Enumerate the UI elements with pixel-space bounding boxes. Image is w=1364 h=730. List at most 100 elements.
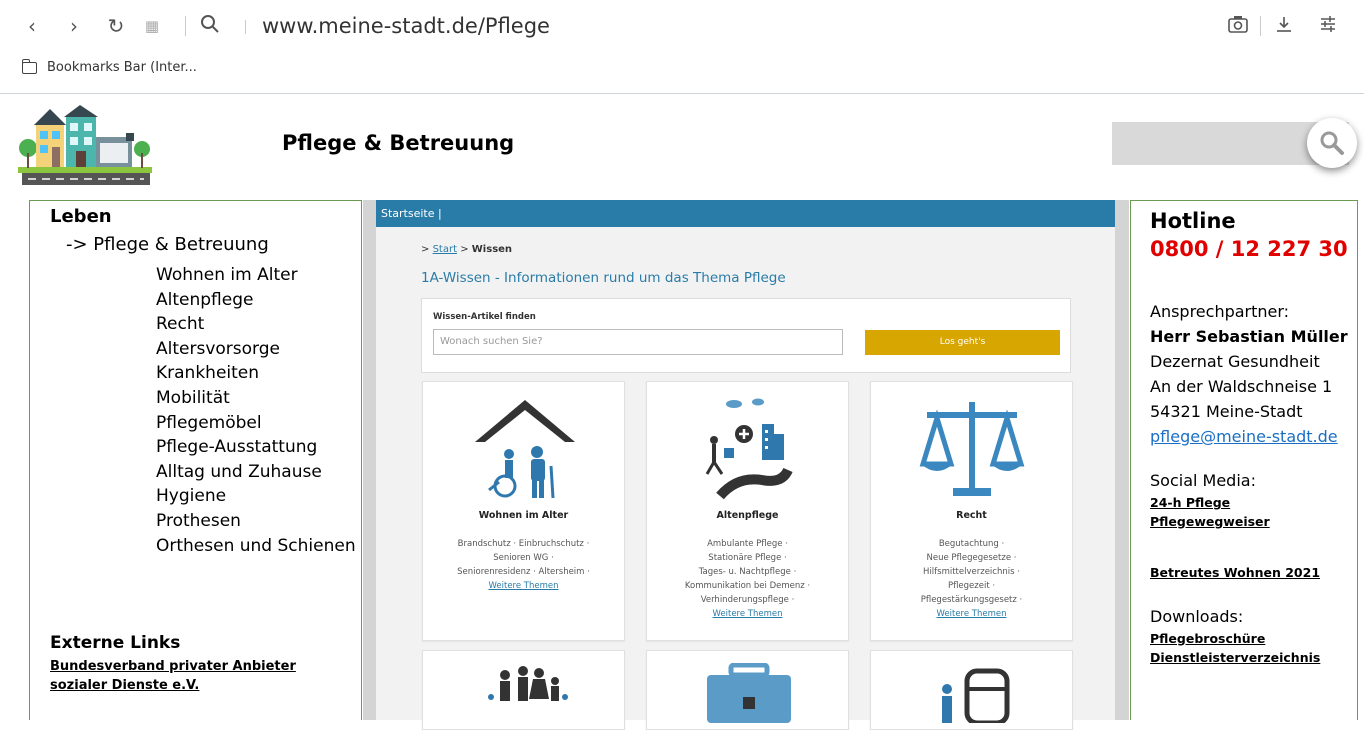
address-bar[interactable]: www.meine-stadt.de/Pflege [262,14,550,38]
portal-inner: Startseite | > Start > Wissen 1A-Wissen … [376,200,1115,730]
hotline-number[interactable]: 0800 / 12 227 30 [1150,237,1348,261]
sidebar-item[interactable]: Wohnen im Alter [156,263,356,288]
sidebar-item[interactable]: Alltag und Zuhause [156,460,356,485]
card-topic-line[interactable]: Ambulante Pflege · [651,537,844,551]
topic-card-family[interactable] [422,650,625,730]
site-search-bar[interactable] [1112,118,1357,168]
scales-icon [919,402,1025,496]
card-title[interactable]: Altenpflege [647,510,848,521]
card-more-link[interactable]: Weitere Themen [875,607,1068,621]
download-icon[interactable] [1272,14,1296,38]
search-icon[interactable] [198,14,222,38]
topic-card-mobility[interactable] [870,650,1073,730]
portal-heading: 1A-Wissen - Informationen rund um das Th… [421,270,786,286]
sidebar-item[interactable]: Krankheiten [156,361,356,386]
folder-icon [22,58,37,74]
finder-submit-button[interactable]: Los geht's [865,330,1060,355]
finder-label: Wissen-Artikel finden [433,312,536,322]
browser-chrome: ‹ › ↻ ▦ www.meine-stadt.de/Pflege Bookma… [0,0,1364,94]
reload-icon[interactable]: ↻ [104,14,128,38]
card-topics: Ambulante Pflege · Stationäre Pflege · T… [651,537,844,621]
city-houses-logo[interactable] [18,103,152,187]
sidebar-item[interactable]: Pflege-Ausstattung [156,435,356,460]
right-sidebar: Hotline 0800 / 12 227 30 Ansprechpartner… [1130,200,1358,720]
contact-city: 54321 Meine-Stadt [1150,402,1303,421]
sidebar-item[interactable]: Recht [156,312,356,337]
card-topic-line[interactable]: Neue Pflegegesetze · [875,551,1068,565]
breadcrumb-start-link[interactable]: Start [433,244,457,255]
bookmarks-bar[interactable]: Bookmarks Bar (Inter... [22,58,197,75]
card-topic-line[interactable]: Tages- u. Nachtpflege · [651,565,844,579]
back-icon[interactable]: ‹ [20,14,44,38]
toolbar-separator [185,16,186,36]
search-button[interactable] [1307,118,1357,168]
social-link-wegweiser[interactable]: Pflegewegweiser [1150,512,1270,531]
left-sidebar: Leben -> Pflege & Betreuung Wohnen im Al… [29,200,362,720]
social-link-24h[interactable]: 24-h Pflege [1150,493,1270,512]
sidebar-item[interactable]: Pflegemöbel [156,411,356,436]
breadcrumb-separator: > [460,244,469,255]
card-topic-line[interactable]: Verhinderungspflege · [651,593,844,607]
card-topic-line[interactable]: Seniorenresidenz · Altersheim · [427,565,620,579]
download-link-verzeichnis[interactable]: Dienstleisterverzeichnis [1150,648,1320,667]
card-topic-line[interactable]: Senioren WG · [427,551,620,565]
article-finder: Wissen-Artikel finden Wonach suchen Sie?… [421,298,1071,373]
downloads-label: Downloads: [1150,607,1244,626]
family-icon [488,666,568,701]
card-more-link[interactable]: Weitere Themen [427,579,620,593]
external-link-line[interactable]: Bundesverband privater Anbieter [50,657,296,676]
card-topic-line[interactable]: Stationäre Pflege · [651,551,844,565]
card-topic-line[interactable]: Hilfsmittelverzeichnis · [875,565,1068,579]
download-link-broschuere[interactable]: Pflegebroschüre [1150,629,1320,648]
breadcrumb: > Start > Wissen [421,244,512,255]
card-topics: Brandschutz · Einbruchschutz · Senioren … [427,537,620,593]
sidebar-current-item[interactable]: -> Pflege & Betreuung [66,234,269,255]
contact-department: Dezernat Gesundheit [1150,352,1320,371]
forward-icon[interactable]: › [62,14,86,38]
sidebar-list: Wohnen im Alter Altenpflege Recht Alters… [156,263,356,558]
card-topic-line[interactable]: Kommunikation bei Demenz · [651,579,844,593]
briefcase-icon [707,663,791,723]
topic-card-wohnen[interactable]: Wohnen im Alter Brandschutz · Einbruchsc… [422,381,625,641]
sidebar-item[interactable]: Altersvorsorge [156,337,356,362]
social-label: Social Media: [1150,471,1256,490]
magnifier-icon [1320,131,1344,155]
card-topic-line[interactable]: Begutachtung · [875,537,1068,551]
bookmarks-bar-label: Bookmarks Bar (Inter... [47,60,197,75]
house-seniors-icon [475,400,575,499]
social-block: Social Media: 24-h Pflege Pflegewegweise… [1150,468,1270,531]
contact-block: Ansprechpartner: Herr Sebastian Müller D… [1150,299,1348,449]
settings-sliders-icon[interactable] [1316,14,1340,38]
contact-label: Ansprechpartner: [1150,302,1290,321]
external-link-bpa[interactable]: Bundesverband privater Anbieter sozialer… [50,657,296,695]
finder-search-input[interactable]: Wonach suchen Sie? [433,329,843,355]
sidebar-heading: Leben [50,206,112,227]
mobility-icon [942,668,1010,723]
contact-email-link[interactable]: pflege@meine-stadt.de [1150,424,1348,449]
breadcrumb-current: Wissen [471,244,513,255]
sidebar-item[interactable]: Orthesen und Schienen [156,534,356,559]
sidebar-item[interactable]: Altenpflege [156,288,356,313]
external-links-heading: Externe Links [50,633,181,653]
topic-card-altenpflege[interactable]: Altenpflege Ambulante Pflege · Stationär… [646,381,849,641]
page-title: Pflege & Betreuung [282,131,515,155]
apps-grid-icon[interactable]: ▦ [140,14,164,38]
card-more-link[interactable]: Weitere Themen [651,607,844,621]
card-title[interactable]: Wohnen im Alter [423,510,624,521]
toolbar-separator-right [1260,16,1261,36]
contact-name: Herr Sebastian Müller [1150,327,1348,346]
downloads-block: Downloads: Pflegebroschüre Dienstleister… [1150,604,1320,667]
topic-card-recht[interactable]: Recht Begutachtung · Neue Pflegegesetze … [870,381,1073,641]
screenshot-icon[interactable] [1226,14,1250,38]
external-link-line[interactable]: sozialer Dienste e.V. [50,676,296,695]
card-title[interactable]: Recht [871,510,1072,521]
sidebar-item[interactable]: Prothesen [156,509,356,534]
sidebar-item[interactable]: Mobilität [156,386,356,411]
topic-card-briefcase[interactable] [646,650,849,730]
card-topic-line[interactable]: Pflegestärkungsgesetz · [875,593,1068,607]
card-topic-line[interactable]: Brandschutz · Einbruchschutz · [427,537,620,551]
card-topic-line[interactable]: Pflegezeit · [875,579,1068,593]
sidebar-item[interactable]: Hygiene [156,484,356,509]
portal-nav-bar[interactable]: Startseite | [376,200,1115,227]
promo-link[interactable]: Betreutes Wohnen 2021 [1150,563,1320,582]
